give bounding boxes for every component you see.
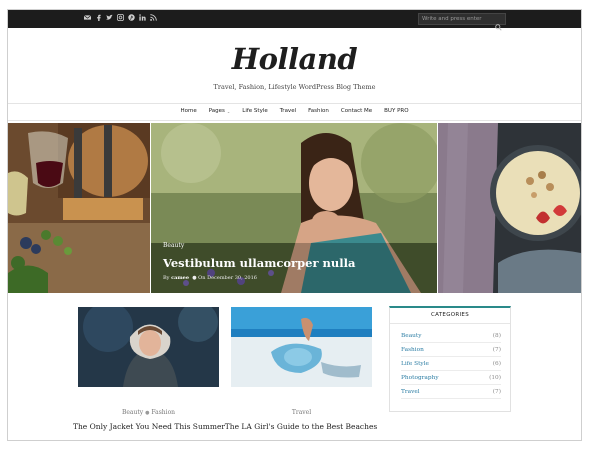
post-thumbnail-jacket[interactable] — [78, 307, 219, 387]
nav-divider — [8, 120, 581, 121]
envelope-icon[interactable] — [84, 13, 91, 22]
category-item-photography[interactable]: Photography (10) — [401, 372, 501, 385]
nav-label: Life Style — [242, 108, 268, 114]
category-count: (7) — [492, 347, 501, 353]
pinterest-icon[interactable] — [128, 13, 135, 22]
separator-dot: ● — [145, 410, 150, 416]
slide-author[interactable]: camee — [171, 275, 189, 281]
slide-image-wine[interactable] — [8, 123, 150, 293]
header-divider — [8, 103, 581, 104]
category-count: (6) — [492, 361, 501, 367]
slide-title[interactable]: Vestibulum ullamcorper nulla — [163, 256, 355, 270]
category-count: (10) — [489, 375, 501, 381]
nav-label: Fashion — [308, 108, 329, 114]
nav-item-buy-pro[interactable]: BUY PRO — [378, 108, 414, 114]
category-item-life-style[interactable]: Life Style (6) — [401, 358, 501, 371]
search-box — [418, 13, 506, 31]
categories-widget: CATEGORIES Beauty (8) Fashion (7) Life S… — [389, 306, 511, 412]
slide-date: December 30, 2016 — [207, 275, 257, 281]
instagram-icon[interactable] — [117, 13, 124, 22]
site-logo[interactable]: Holland — [8, 42, 581, 76]
category-name[interactable]: Travel — [401, 389, 420, 395]
post-thumbnail-beach[interactable] — [231, 307, 372, 387]
nav-label: Contact Me — [340, 108, 373, 114]
nav-item-life-style[interactable]: Life Style — [236, 108, 273, 114]
slide-meta: By camee ● On December 30, 2016 — [163, 275, 257, 281]
site-tagline: Travel, Fashion, Lifestyle WordPress Blo… — [213, 83, 376, 91]
nav-label: Pages — [208, 108, 225, 114]
category-item-fashion[interactable]: Fashion (7) — [401, 344, 501, 357]
search-icon[interactable] — [495, 16, 502, 31]
category-item-travel[interactable]: Travel (7) — [401, 386, 501, 399]
nav-item-home[interactable]: Home — [174, 108, 202, 114]
post-title[interactable]: The LA Girl's Guide to the Best Beaches — [221, 422, 381, 431]
nav-item-contact[interactable]: Contact Me — [335, 108, 378, 114]
post-category-link[interactable]: Fashion — [151, 409, 175, 416]
chevron-down-icon: ⌄ — [226, 108, 231, 114]
nav-label: BUY PRO — [384, 108, 409, 114]
top-bar — [8, 10, 581, 31]
slide-image-yogurt[interactable] — [438, 123, 581, 293]
nav-item-pages[interactable]: Pages ⌄ — [203, 108, 237, 114]
category-name[interactable]: Fashion — [401, 347, 424, 353]
widget-title: CATEGORIES — [430, 312, 469, 318]
page-frame: Holland Travel, Fashion, Lifestyle WordP… — [7, 9, 582, 441]
category-item-beauty[interactable]: Beauty (8) — [401, 330, 501, 343]
author-prefix: By — [163, 275, 170, 281]
date-prefix: On — [198, 275, 206, 281]
category-name[interactable]: Life Style — [401, 361, 429, 367]
post-category-link[interactable]: Travel — [292, 409, 311, 416]
post-title[interactable]: The Only Jacket You Need This Summer — [69, 422, 229, 431]
post-categories: Travel — [231, 409, 372, 416]
twitter-icon[interactable] — [106, 13, 113, 22]
category-count: (8) — [492, 333, 501, 339]
search-input[interactable] — [419, 16, 491, 22]
linkedin-icon[interactable] — [139, 13, 146, 22]
nav-label: Travel — [279, 108, 297, 114]
nav-label: Home — [180, 108, 197, 114]
slide-category[interactable]: Beauty — [163, 242, 184, 249]
nav-item-fashion[interactable]: Fashion — [302, 108, 335, 114]
post-categories: Beauty ● Fashion — [78, 409, 219, 416]
nav-item-travel[interactable]: Travel — [274, 108, 302, 114]
facebook-icon[interactable] — [95, 13, 102, 22]
social-icons — [84, 13, 157, 22]
widget-divider — [390, 323, 510, 324]
category-count: (7) — [492, 389, 501, 395]
rss-icon[interactable] — [150, 13, 157, 22]
post-category-link[interactable]: Beauty — [122, 409, 143, 416]
category-name[interactable]: Photography — [401, 375, 439, 381]
category-name[interactable]: Beauty — [401, 333, 422, 339]
main-nav: Home Pages ⌄ Life Style Travel Fashion Co… — [8, 108, 581, 114]
